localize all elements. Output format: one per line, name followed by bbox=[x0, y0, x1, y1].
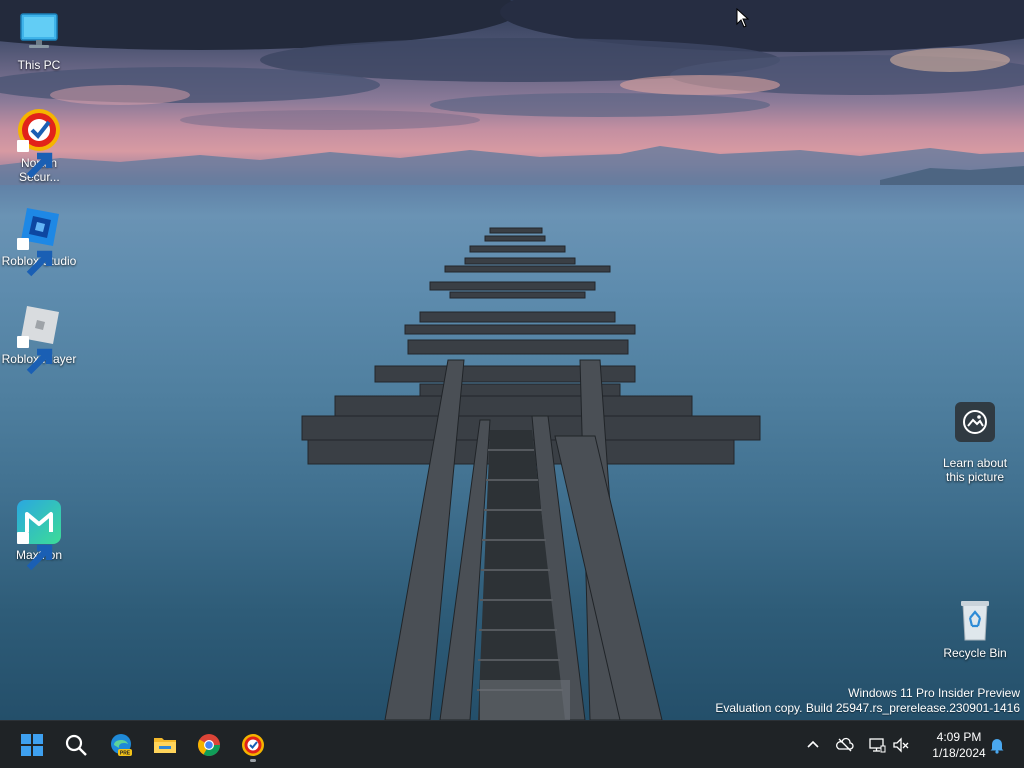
windows-build-watermark: Windows 11 Pro Insider Preview Evaluatio… bbox=[715, 686, 1020, 716]
chevron-up-icon bbox=[807, 740, 819, 748]
chrome-icon bbox=[198, 734, 220, 756]
desktop-icon-maxthon[interactable]: Maxthon bbox=[1, 498, 77, 571]
norton-icon bbox=[242, 734, 264, 756]
wooden-pier bbox=[301, 227, 761, 720]
edge-preview-icon: PRE bbox=[111, 734, 132, 757]
shortcut-arrow-icon bbox=[17, 140, 53, 179]
svg-text:PRE: PRE bbox=[120, 751, 131, 757]
bell-icon bbox=[990, 739, 1004, 754]
start-button[interactable] bbox=[14, 727, 50, 763]
taskbar-norton[interactable] bbox=[235, 727, 271, 763]
volume-muted-icon bbox=[893, 737, 909, 753]
desktop-icon-roblox-studio[interactable]: Roblox Studio bbox=[1, 204, 77, 277]
search-icon bbox=[65, 734, 87, 756]
notifications-button[interactable] bbox=[986, 734, 1008, 756]
network-icon bbox=[869, 738, 886, 753]
desktop-icon-norton[interactable]: Norton Secur... bbox=[1, 106, 77, 184]
taskbar-file-explorer[interactable] bbox=[147, 727, 183, 763]
shortcut-arrow-icon bbox=[17, 238, 53, 277]
volume-tray[interactable] bbox=[890, 734, 912, 756]
desktop-icon-learn-about-picture[interactable]: Learn about this picture bbox=[937, 402, 1013, 484]
desktop-icon-label: This PC bbox=[17, 58, 61, 72]
onedrive-icon bbox=[836, 737, 854, 752]
taskbar: PRE 4:09 PM 1/18/2024 bbox=[0, 720, 1024, 768]
taskbar-edge-preview[interactable]: PRE bbox=[103, 727, 139, 763]
desktop-wallpaper: This PC Norton Secur... Roblox Studio Ro… bbox=[0, 0, 1024, 720]
watermark-line-edition: Windows 11 Pro Insider Preview bbox=[848, 686, 1020, 700]
running-indicator bbox=[250, 759, 256, 762]
show-hidden-icons-button[interactable] bbox=[802, 734, 824, 756]
recycle-bin-icon bbox=[961, 601, 989, 641]
camera-info-icon bbox=[955, 402, 995, 442]
desktop-icon-this-pc[interactable]: This PC bbox=[1, 8, 77, 72]
search-button[interactable] bbox=[58, 727, 94, 763]
shortcut-arrow-icon bbox=[17, 336, 53, 375]
network-tray[interactable] bbox=[866, 734, 888, 756]
desktop-icon-label: Recycle Bin bbox=[943, 646, 1007, 660]
desktop-icon-roblox-player[interactable]: Roblox Player bbox=[1, 302, 77, 375]
taskbar-chrome[interactable] bbox=[191, 727, 227, 763]
start-icon bbox=[21, 734, 43, 756]
desktop-icon-label: Learn about this picture bbox=[942, 456, 1008, 484]
monitor-icon bbox=[20, 13, 58, 48]
watermark-line-build: Evaluation copy. Build 25947.rs_prerelea… bbox=[715, 701, 1020, 715]
file-explorer-icon bbox=[154, 738, 176, 753]
desktop-icon-recycle-bin[interactable]: Recycle Bin bbox=[937, 596, 1013, 660]
shortcut-arrow-icon bbox=[17, 532, 53, 571]
onedrive-tray[interactable] bbox=[834, 734, 856, 756]
mouse-cursor-icon bbox=[736, 8, 750, 28]
